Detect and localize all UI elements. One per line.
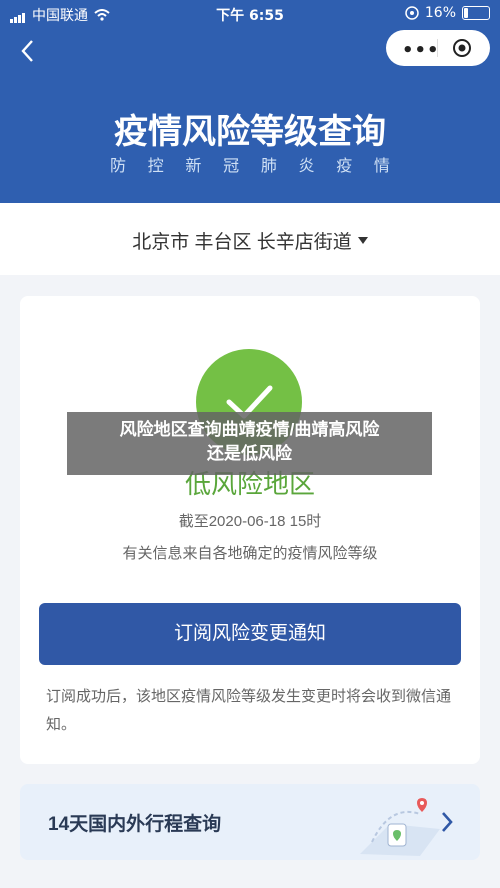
location-selector[interactable]: 北京市 丰台区 长辛店街道 (0, 203, 500, 275)
subtitle-char: 疫 (336, 158, 353, 175)
itinerary-query-banner[interactable]: 14天国内外行程查询 (20, 784, 480, 860)
caret-down-icon (357, 237, 368, 245)
target-icon[interactable] (452, 38, 472, 58)
caption-overlay: 风险地区查询曲靖疫情/曲靖高风险 还是低风险 (67, 412, 432, 475)
caption-line: 还是低风险 (207, 444, 292, 463)
source-note: 有关信息来自各地确定的疫情风险等级 (122, 545, 378, 562)
subtitle-char: 防 (110, 158, 127, 175)
risk-card: 低风险地区 截至2020-06-18 15时 有关信息来自各地确定的疫情风险等级… (20, 296, 480, 764)
itinerary-query-label: 14天国内外行程查询 (48, 814, 222, 835)
battery-icon (462, 6, 490, 20)
mini-program-capsule: ••• (386, 30, 490, 66)
subtitle-char: 肺 (260, 158, 277, 175)
chevron-right-icon (442, 812, 453, 832)
page-title: 疫情风险等级查询 (114, 113, 386, 151)
map-route-icon (360, 798, 440, 856)
subtitle-char: 炎 (298, 158, 315, 175)
location-label: 北京市 丰台区 长辛店街道 (132, 232, 352, 253)
subscribe-note: 订阅成功后，该地区疫情风险等级发生变更时将会收到微信通知。 (46, 688, 452, 733)
back-icon[interactable] (16, 36, 40, 66)
subtitle-char: 冠 (223, 158, 240, 175)
subscribe-button[interactable]: 订阅风险变更通知 (39, 603, 461, 665)
subtitle-char: 新 (185, 158, 202, 175)
more-dots-icon[interactable]: ••• (402, 40, 440, 61)
page-subtitle: 防 控 新 冠 肺 炎 疫 情 (110, 152, 390, 176)
caption-line: 风险地区查询曲靖疫情/曲靖高风险 (119, 420, 380, 439)
header: 中国联通 下午 6:55 16% ••• 疫情风险等级查询 防 控 新 冠 肺 … (0, 0, 500, 203)
status-bar: 中国联通 下午 6:55 16% (0, 0, 500, 28)
subtitle-char: 控 (147, 158, 164, 175)
location-lock-icon (405, 6, 419, 20)
as-of-timestamp: 截至2020-06-18 15时 (178, 513, 322, 530)
battery-percent: 16% (424, 5, 456, 21)
capsule-divider (437, 39, 438, 57)
subtitle-char: 情 (373, 158, 390, 175)
